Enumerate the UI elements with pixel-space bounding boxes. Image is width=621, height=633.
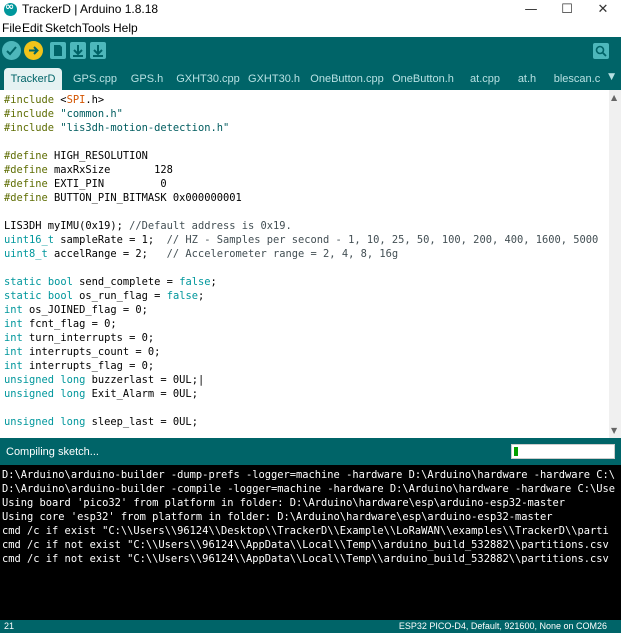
tab-onebutton-cpp[interactable]: OneButton.cpp bbox=[308, 68, 386, 90]
tab-menu-icon[interactable]: ▼ bbox=[608, 72, 615, 82]
console-line: D:\Arduino\arduino-builder -compile -log… bbox=[2, 483, 616, 495]
upload-icon bbox=[29, 46, 39, 55]
tab-gps-h[interactable]: GPS.h bbox=[126, 68, 168, 90]
board-info: ESP32 PICO-D4, Default, 921600, None on … bbox=[398, 621, 607, 631]
tab-gps-cpp[interactable]: GPS.cpp bbox=[66, 68, 124, 90]
code-line: #define EXTI_PIN 0 bbox=[4, 178, 167, 190]
tab-label: GPS.h bbox=[130, 73, 164, 85]
status-text: Compiling sketch... bbox=[6, 446, 99, 458]
console-line: Using core 'esp32' from platform in fold… bbox=[2, 511, 553, 523]
tab-label: at.h bbox=[517, 73, 537, 85]
code-line: #include "lis3dh-motion-detection.h" bbox=[4, 122, 230, 134]
code-line: int os_JOINED_flag = 0; bbox=[4, 304, 148, 316]
code-line: LIS3DH myIMU(0x19); //Default address is… bbox=[4, 220, 292, 232]
code-line: static bool send_complete = false; bbox=[4, 276, 217, 288]
tab-label: GXHT30.h bbox=[248, 73, 300, 85]
tab-label: blescan.c bbox=[553, 73, 601, 85]
menu-help[interactable]: Help bbox=[113, 21, 138, 35]
footer-bar: 21 ESP32 PICO-D4, Default, 921600, None … bbox=[0, 620, 621, 633]
console-line: Using board 'pico32' from platform in fo… bbox=[2, 497, 566, 509]
code-line: uint8_t accelRange = 2; // Accelerometer… bbox=[4, 248, 399, 260]
tab-bar: TrackerD GPS.cpp GPS.h GXHT30.cpp GXHT30… bbox=[0, 65, 621, 90]
save-button[interactable] bbox=[90, 42, 106, 59]
code-line: unsigned long buzzerlast = 0UL;| bbox=[4, 374, 205, 386]
open-icon bbox=[73, 45, 83, 57]
editor-scrollbar[interactable]: ▲ ▼ bbox=[609, 90, 621, 438]
progress-fill bbox=[514, 447, 518, 456]
code-line: static bool os_run_flag = false; bbox=[4, 290, 205, 302]
close-button[interactable]: ✕ bbox=[585, 0, 621, 19]
code-line: #define BUTTON_PIN_BITMASK 0x000000001 bbox=[4, 192, 242, 204]
tab-label: GXHT30.cpp bbox=[176, 73, 240, 85]
code-line: uint16_t sampleRate = 1; // HZ - Samples… bbox=[4, 234, 599, 246]
menu-edit[interactable]: Edit bbox=[22, 21, 43, 35]
code-line: int interrupts_count = 0; bbox=[4, 346, 161, 358]
line-number: 21 bbox=[4, 621, 15, 631]
console-line: cmd /c if exist "C:\\Users\\96124\\Deskt… bbox=[2, 525, 609, 537]
tab-label: OneButton.h bbox=[392, 73, 454, 85]
tab-label: at.cpp bbox=[470, 73, 500, 85]
tab-gxht30-h[interactable]: GXHT30.h bbox=[246, 68, 302, 90]
console-line: cmd /c if not exist "C:\\Users\\96124\\A… bbox=[2, 553, 609, 565]
tab-label: GPS.cpp bbox=[72, 73, 118, 85]
code-line: #define maxRxSize 128 bbox=[4, 164, 173, 176]
tab-at-h[interactable]: at.h bbox=[512, 68, 542, 90]
new-button[interactable] bbox=[50, 42, 66, 59]
upload-button[interactable] bbox=[24, 41, 43, 60]
serial-monitor-button[interactable] bbox=[593, 43, 609, 59]
tab-blescan-c[interactable]: blescan.c bbox=[552, 68, 602, 90]
compile-progress-bar bbox=[511, 444, 615, 459]
open-button[interactable] bbox=[70, 42, 86, 59]
code-line: int turn_interrupts = 0; bbox=[4, 332, 155, 344]
code-line: int interrupts_flag = 0; bbox=[4, 360, 155, 372]
code-line: #include "common.h" bbox=[4, 108, 123, 120]
code-line: int fcnt_flag = 0; bbox=[4, 318, 117, 330]
tab-trackerd[interactable]: TrackerD bbox=[4, 68, 62, 90]
scroll-down-icon[interactable]: ▼ bbox=[611, 426, 617, 435]
menu-file[interactable]: File bbox=[2, 21, 21, 35]
arduino-logo-icon bbox=[4, 0, 17, 16]
console-line: D:\Arduino\arduino-builder -dump-prefs -… bbox=[2, 469, 616, 481]
serial-monitor-icon bbox=[595, 45, 607, 57]
scroll-up-icon[interactable]: ▲ bbox=[611, 93, 617, 102]
save-icon bbox=[93, 45, 103, 57]
console-line: cmd /c if not exist "C:\\Users\\96124\\A… bbox=[2, 539, 609, 551]
tab-label: TrackerD bbox=[10, 73, 56, 85]
tab-gxht30-cpp[interactable]: GXHT30.cpp bbox=[172, 68, 244, 90]
verify-icon bbox=[6, 46, 17, 56]
tab-at-cpp[interactable]: at.cpp bbox=[462, 68, 508, 90]
verify-button[interactable] bbox=[2, 41, 21, 60]
code-line: #include <SPI.h> bbox=[4, 94, 105, 106]
title-bar: TrackerD | Arduino 1.8.18 — ☐ ✕ bbox=[0, 0, 621, 19]
code-editor[interactable]: #include <SPI.h> #include "common.h" #incl… bbox=[0, 90, 609, 438]
menu-tools[interactable]: Tools bbox=[82, 21, 110, 35]
code-line: unsigned long Exit_Alarm = 0UL; bbox=[4, 388, 198, 400]
status-bar: Compiling sketch... bbox=[0, 438, 621, 465]
code-line: #define HIGH_RESOLUTION bbox=[4, 150, 148, 162]
tab-label: OneButton.cpp bbox=[310, 73, 384, 85]
minimize-button[interactable]: — bbox=[513, 0, 549, 19]
menu-sketch[interactable]: Sketch bbox=[45, 21, 82, 35]
output-console[interactable]: D:\Arduino\arduino-builder -dump-prefs -… bbox=[0, 468, 621, 620]
maximize-button[interactable]: ☐ bbox=[549, 0, 585, 19]
tab-onebutton-h[interactable]: OneButton.h bbox=[390, 68, 456, 90]
code-line: unsigned long sleep_last = 0UL; bbox=[4, 416, 198, 428]
new-icon bbox=[54, 45, 62, 56]
window-title: TrackerD | Arduino 1.8.18 bbox=[22, 2, 159, 16]
toolbar bbox=[0, 37, 621, 65]
menu-bar: File Edit Sketch Tools Help bbox=[0, 19, 621, 37]
